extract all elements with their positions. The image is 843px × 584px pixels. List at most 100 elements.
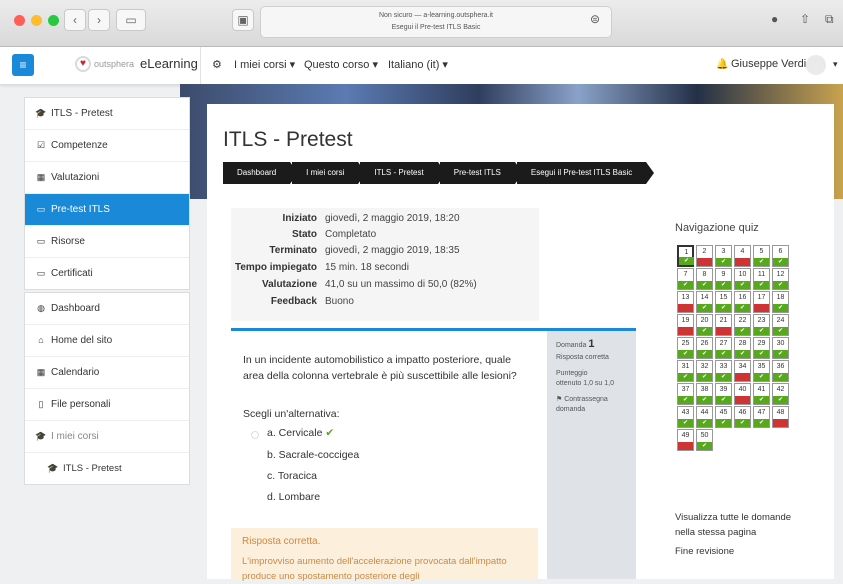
extension-icon[interactable]: ● xyxy=(771,12,778,26)
menu-toggle-button[interactable]: ≡ xyxy=(12,54,34,76)
quiz-nav-question-45[interactable]: 45 ✔ xyxy=(715,406,732,428)
question-number-value: 1 xyxy=(588,338,595,350)
quiz-nav-question-2[interactable]: 2 xyxy=(696,245,713,267)
quiz-nav-question-31[interactable]: 31 ✔ xyxy=(677,360,694,382)
site-brand[interactable]: eLearning xyxy=(140,56,198,71)
sidebar-item-course[interactable]: 🎓 ITLS - Pretest xyxy=(25,98,189,130)
reader-icon[interactable]: ⊜ xyxy=(590,12,600,26)
quiz-nav-question-39[interactable]: 39 ✔ xyxy=(715,383,732,405)
quiz-nav-question-44[interactable]: 44 ✔ xyxy=(696,406,713,428)
new-tab-icon[interactable]: ⧉ xyxy=(825,12,834,27)
sidebar-toggle-button[interactable]: ▭ xyxy=(116,9,146,31)
breadcrumb-my-courses[interactable]: I miei corsi xyxy=(292,162,367,184)
finish-review-link[interactable]: Fine revisione xyxy=(675,546,734,557)
breadcrumb-course[interactable]: ITLS - Pretest xyxy=(360,162,447,184)
sidebar-item-valutazioni[interactable]: ▦ Valutazioni xyxy=(25,162,189,194)
summary-label: Stato xyxy=(292,229,317,240)
share-icon[interactable]: ⇧ xyxy=(800,12,810,26)
menu-my-courses[interactable]: I miei corsi ▾ xyxy=(234,58,295,71)
quiz-nav-question-32[interactable]: 32 ✔ xyxy=(696,360,713,382)
zoom-window-button[interactable] xyxy=(48,15,59,26)
menu-this-course[interactable]: Questo corso ▾ xyxy=(304,58,378,71)
sidebar-item-itls-course[interactable]: 🎓 ITLS - Pretest xyxy=(25,453,189,484)
user-menu-name[interactable]: Giuseppe Verdi xyxy=(731,58,806,70)
quiz-nav-question-13[interactable]: 13 xyxy=(677,291,694,313)
quiz-nav-number: 20 xyxy=(700,317,709,324)
chevron-down-icon[interactable]: ▾ xyxy=(833,59,838,70)
quiz-nav-question-23[interactable]: 23 ✔ xyxy=(753,314,770,336)
view-all-questions-link[interactable]: Visualizza tutte le domande nella stessa… xyxy=(675,510,810,540)
forward-button[interactable]: › xyxy=(88,9,110,31)
address-url: Non sicuro — a-learning.outsphera.it xyxy=(378,12,493,19)
address-bar[interactable]: Non sicuro — a-learning.outsphera.it Ese… xyxy=(260,6,612,38)
quiz-nav-question-47[interactable]: 47 ✔ xyxy=(753,406,770,428)
quiz-nav-question-50[interactable]: 50 ✔ xyxy=(696,429,713,451)
quiz-nav-question-38[interactable]: 38 ✔ xyxy=(696,383,713,405)
sidebar-item-calendario[interactable]: ▦ Calendario xyxy=(25,357,189,389)
quiz-nav-question-3[interactable]: 3 ✔ xyxy=(715,245,732,267)
quiz-nav-question-11[interactable]: 11 ✔ xyxy=(753,268,770,290)
quiz-nav-question-6[interactable]: 6 ✔ xyxy=(772,245,789,267)
quiz-nav-question-16[interactable]: 16 ✔ xyxy=(734,291,751,313)
tab-overview-button[interactable]: ▣ xyxy=(232,9,254,31)
settings-icon[interactable]: ⚙ xyxy=(212,58,222,71)
quiz-nav-question-40[interactable]: 40 xyxy=(734,383,751,405)
back-button[interactable]: ‹ xyxy=(64,9,86,31)
quiz-nav-question-12[interactable]: 12 ✔ xyxy=(772,268,789,290)
quiz-navigation-title: Navigazione quiz xyxy=(675,222,759,234)
quiz-nav-question-33[interactable]: 33 ✔ xyxy=(715,360,732,382)
quiz-nav-question-25[interactable]: 25 ✔ xyxy=(677,337,694,359)
quiz-nav-question-7[interactable]: 7 ✔ xyxy=(677,268,694,290)
quiz-nav-number: 42 xyxy=(776,386,785,393)
quiz-nav-question-28[interactable]: 28 ✔ xyxy=(734,337,751,359)
sidebar-item-my-courses[interactable]: 🎓 I miei corsi xyxy=(25,421,189,453)
quiz-nav-question-26[interactable]: 26 ✔ xyxy=(696,337,713,359)
quiz-nav-question-10[interactable]: 10 ✔ xyxy=(734,268,751,290)
quiz-nav-question-48[interactable]: 48 xyxy=(772,406,789,428)
avatar[interactable] xyxy=(806,55,826,75)
quiz-nav-question-14[interactable]: 14 ✔ xyxy=(696,291,713,313)
quiz-nav-question-9[interactable]: 9 ✔ xyxy=(715,268,732,290)
close-window-button[interactable] xyxy=(14,15,25,26)
notifications-bell-icon[interactable]: 🔔 xyxy=(716,59,728,70)
quiz-nav-question-29[interactable]: 29 ✔ xyxy=(753,337,770,359)
quiz-nav-question-30[interactable]: 30 ✔ xyxy=(772,337,789,359)
quiz-nav-question-18[interactable]: 18 ✔ xyxy=(772,291,789,313)
quiz-nav-question-46[interactable]: 46 ✔ xyxy=(734,406,751,428)
quiz-nav-question-21[interactable]: 21 xyxy=(715,314,732,336)
quiz-nav-question-27[interactable]: 27 ✔ xyxy=(715,337,732,359)
quiz-nav-question-20[interactable]: 20 ✔ xyxy=(696,314,713,336)
sidebar-item-pretest[interactable]: ▭ Pre-test ITLS xyxy=(25,194,189,226)
quiz-nav-question-36[interactable]: 36 ✔ xyxy=(772,360,789,382)
sidebar-item-home[interactable]: ⌂ Home del sito xyxy=(25,325,189,357)
menu-language[interactable]: Italiano (it) ▾ xyxy=(388,58,448,71)
quiz-nav-question-17[interactable]: 17 xyxy=(753,291,770,313)
correct-status-icon: ✔ xyxy=(754,419,769,427)
quiz-nav-question-22[interactable]: 22 ✔ xyxy=(734,314,751,336)
sidebar-item-files[interactable]: ▯ File personali xyxy=(25,389,189,421)
quiz-nav-question-42[interactable]: 42 ✔ xyxy=(772,383,789,405)
summary-label: Feedback xyxy=(270,296,317,307)
quiz-nav-question-41[interactable]: 41 ✔ xyxy=(753,383,770,405)
quiz-nav-question-8[interactable]: 8 ✔ xyxy=(696,268,713,290)
quiz-nav-question-1[interactable]: 1 ✔ xyxy=(677,245,694,267)
quiz-nav-question-19[interactable]: 19 xyxy=(677,314,694,336)
flag-question-link[interactable]: ⚑ Contrassegna xyxy=(556,395,608,405)
quiz-nav-question-37[interactable]: 37 ✔ xyxy=(677,383,694,405)
quiz-nav-question-35[interactable]: 35 ✔ xyxy=(753,360,770,382)
sidebar-item-risorse[interactable]: ▭ Risorse xyxy=(25,226,189,258)
quiz-nav-question-24[interactable]: 24 ✔ xyxy=(772,314,789,336)
breadcrumb-quiz[interactable]: Pre-test ITLS xyxy=(439,162,523,184)
sidebar-item-competenze[interactable]: ☑ Competenze xyxy=(25,130,189,162)
sidebar-item-certificati[interactable]: ▭ Certificati xyxy=(25,258,189,289)
sidebar-item-dashboard[interactable]: ◍ Dashboard xyxy=(25,293,189,325)
quiz-nav-question-4[interactable]: 4 xyxy=(734,245,751,267)
quiz-nav-question-15[interactable]: 15 ✔ xyxy=(715,291,732,313)
quiz-nav-question-5[interactable]: 5 ✔ xyxy=(753,245,770,267)
folder-icon: ▭ xyxy=(36,268,46,278)
quiz-nav-question-43[interactable]: 43 ✔ xyxy=(677,406,694,428)
breadcrumb-dashboard[interactable]: Dashboard xyxy=(223,162,299,184)
quiz-nav-question-34[interactable]: 34 xyxy=(734,360,751,382)
minimize-window-button[interactable] xyxy=(31,15,42,26)
quiz-nav-question-49[interactable]: 49 xyxy=(677,429,694,451)
